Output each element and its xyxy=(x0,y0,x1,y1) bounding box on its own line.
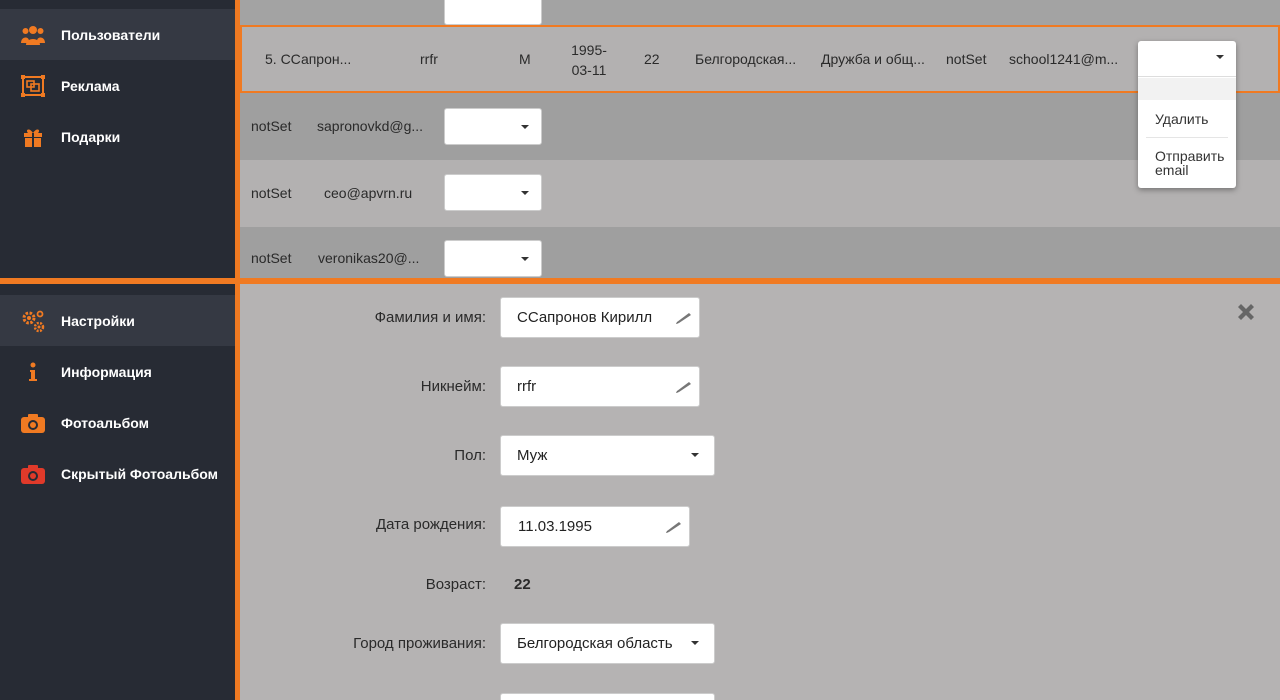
cell-status: notSet xyxy=(251,118,292,134)
pencil-icon[interactable] xyxy=(675,377,693,395)
table-row[interactable]: notSet veronikas20@... xyxy=(240,227,1280,278)
app-root: Пользователи Реклама Подарки 5. ССапрон.… xyxy=(0,0,1280,700)
city-select[interactable]: Белгородская область xyxy=(500,623,715,664)
table-row[interactable]: notSet sapronovkd@g... xyxy=(240,93,1280,160)
sidebar-item-ads[interactable]: Реклама xyxy=(0,60,235,111)
sex-select[interactable]: Муж xyxy=(500,435,715,476)
cell-status: notSet xyxy=(946,51,987,67)
cell-email: ceo@apvrn.ru xyxy=(324,185,413,201)
dropdown-option-delete[interactable]: Удалить xyxy=(1155,112,1208,126)
cell-goal: Дружба и общ... xyxy=(821,51,925,67)
close-icon[interactable] xyxy=(1234,300,1258,324)
sidebar-item-gifts[interactable]: Подарки xyxy=(0,111,235,162)
nickname-value: rrfr xyxy=(517,378,537,395)
gift-icon xyxy=(21,125,45,149)
cell-nickname: rrfr xyxy=(420,51,438,67)
sidebar-item-settings[interactable]: Настройки xyxy=(0,295,235,346)
name-value: ССапронов Кирилл xyxy=(517,309,653,326)
dropdown-toggle[interactable] xyxy=(1138,41,1236,77)
name-field[interactable]: ССапронов Кирилл xyxy=(500,297,700,338)
pencil-icon[interactable] xyxy=(665,517,683,535)
cell-email: sapronovkd@g... xyxy=(317,118,424,134)
chevron-down-icon xyxy=(1216,55,1224,59)
sidebar-top: Пользователи Реклама Подарки xyxy=(0,0,235,278)
row-action-select[interactable] xyxy=(444,108,542,145)
sex-value: Муж xyxy=(517,447,548,464)
chevron-down-icon xyxy=(691,641,699,645)
chevron-down-icon xyxy=(521,257,529,261)
cell-status: notSet xyxy=(251,185,292,201)
age-value: 22 xyxy=(514,576,531,593)
ads-icon xyxy=(21,74,45,98)
sidebar-item-label: Настройки xyxy=(61,312,135,329)
cell-status: notSet xyxy=(251,250,292,266)
dropdown-option-send-email[interactable]: Отправить email xyxy=(1155,149,1235,177)
sidebar-item-label: Реклама xyxy=(61,77,120,94)
sidebar-item-photo-album[interactable]: Фотоальбом xyxy=(0,397,235,448)
city-label: Город проживания: xyxy=(353,635,486,652)
dropdown-empty-option[interactable] xyxy=(1138,78,1236,100)
sidebar-item-label: Информация xyxy=(61,363,152,380)
city-value: Белгородская область xyxy=(517,635,673,652)
birthdate-label: Дата рождения: xyxy=(376,516,486,533)
dropdown-divider xyxy=(1146,137,1228,138)
table-row[interactable] xyxy=(240,0,1280,25)
camera-icon xyxy=(21,411,45,435)
nickname-label: Никнейм: xyxy=(420,378,486,395)
users-table: 5. ССапрон... rrfr М 1995-03-11 22 Белго… xyxy=(240,0,1280,278)
sidebar-item-hidden-photo-album[interactable]: Скрытый Фотоальбом xyxy=(0,448,235,499)
pencil-icon[interactable] xyxy=(675,308,693,326)
info-icon xyxy=(21,360,45,384)
sidebar-item-label: Пользователи xyxy=(61,26,161,43)
sidebar-item-label: Подарки xyxy=(61,128,121,145)
row-action-dropdown[interactable]: Удалить Отправить email xyxy=(1138,41,1236,188)
nickname-field[interactable]: rrfr xyxy=(500,366,700,407)
name-label: Фамилия и имя: xyxy=(374,309,486,326)
chevron-down-icon xyxy=(521,125,529,129)
cell-name: 5. ССапрон... xyxy=(265,51,352,67)
birthdate-value: 11.03.1995 xyxy=(518,518,592,535)
sidebar-item-label: Фотоальбом xyxy=(61,414,150,431)
sidebar-bottom: Настройки Информация Фотоальбом Скрытый … xyxy=(0,284,235,700)
cell-city: Белгородская... xyxy=(695,51,797,67)
cell-email: school1241@m... xyxy=(1009,51,1119,67)
hidden-camera-icon xyxy=(21,462,45,486)
divider-vertical xyxy=(235,0,240,278)
sidebar-item-info[interactable]: Информация xyxy=(0,346,235,397)
cell-email: veronikas20@... xyxy=(318,250,420,266)
chevron-down-icon xyxy=(691,453,699,457)
user-edit-form: Фамилия и имя: ССапронов Кирилл Никнейм:… xyxy=(240,284,1280,700)
next-field[interactable] xyxy=(500,693,715,700)
row-action-select[interactable] xyxy=(444,174,542,211)
sex-label: Пол: xyxy=(454,447,486,464)
cell-birthdate: 1995-03-11 xyxy=(571,42,607,78)
row-action-select[interactable] xyxy=(444,0,542,25)
chevron-down-icon xyxy=(521,191,529,195)
users-icon xyxy=(21,23,45,47)
gears-icon xyxy=(21,309,45,333)
row-action-select[interactable] xyxy=(444,240,542,277)
table-row-selected[interactable]: 5. ССапрон... rrfr М 1995-03-11 22 Белго… xyxy=(240,25,1280,93)
age-label: Возраст: xyxy=(425,576,486,593)
sidebar-item-users[interactable]: Пользователи xyxy=(0,9,235,60)
cell-age: 22 xyxy=(644,51,660,67)
birthdate-field[interactable]: 11.03.1995 xyxy=(500,506,690,547)
table-row[interactable]: notSet ceo@apvrn.ru xyxy=(240,160,1280,227)
sidebar-item-label: Скрытый Фотоальбом xyxy=(61,465,218,482)
cell-sex: М xyxy=(519,51,531,67)
